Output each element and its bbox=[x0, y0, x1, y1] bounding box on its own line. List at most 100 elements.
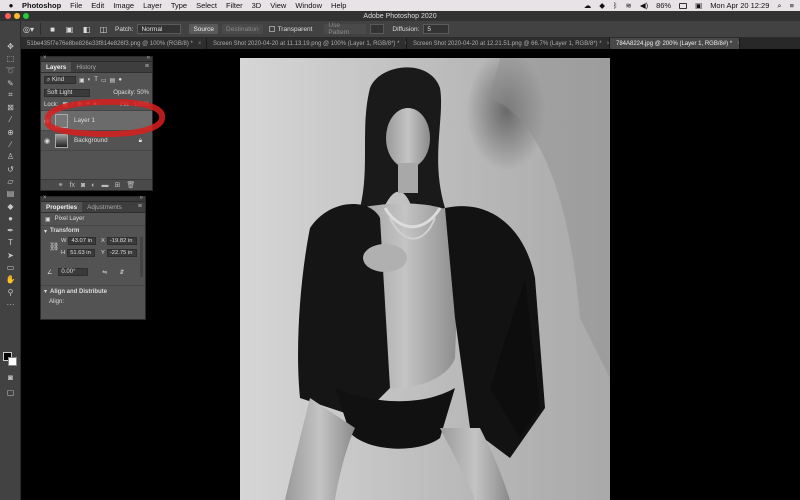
transform-header[interactable]: ▾ Transform bbox=[41, 226, 145, 236]
history-brush-tool-icon[interactable]: ↺ bbox=[0, 163, 21, 175]
filter-shape-icon[interactable]: ▭ bbox=[101, 77, 107, 84]
close-panel-icon[interactable]: × bbox=[43, 195, 47, 201]
minimize-window-button[interactable] bbox=[14, 13, 20, 19]
quick-mask-icon[interactable]: ◙ bbox=[0, 371, 21, 383]
creative-cloud-icon[interactable]: ☁ bbox=[584, 1, 592, 10]
width-input[interactable]: 43.07 in bbox=[68, 237, 97, 245]
marquee-tool-icon[interactable]: ⬚ bbox=[0, 52, 21, 64]
add-selection-icon[interactable]: ▣ bbox=[64, 24, 75, 35]
y-input[interactable]: -22.75 in bbox=[106, 249, 137, 257]
angle-input[interactable]: 0.00° bbox=[58, 268, 89, 276]
flip-horizontal-icon[interactable]: ⇋ bbox=[102, 269, 107, 276]
close-tab-icon[interactable]: × bbox=[198, 41, 202, 47]
menu-window[interactable]: Window bbox=[295, 1, 322, 10]
close-panel-icon[interactable]: × bbox=[43, 55, 47, 61]
move-tool-icon[interactable]: ✥ bbox=[0, 40, 21, 52]
document-tab[interactable]: Screen Shot 2020-04-20 at 12.21.51.png @… bbox=[407, 38, 610, 49]
filter-type-icon[interactable]: T bbox=[94, 77, 98, 83]
more-tools-icon[interactable]: ··· bbox=[0, 298, 21, 310]
flag-icon[interactable]: ▣ bbox=[695, 1, 702, 10]
transparent-checkbox[interactable] bbox=[268, 26, 275, 32]
filter-pixel-icon[interactable]: ▣ bbox=[79, 77, 85, 84]
tab-layers[interactable]: Layers bbox=[41, 62, 72, 72]
rectangle-tool-icon[interactable]: ▭ bbox=[0, 261, 21, 273]
new-group-icon[interactable]: ▬ bbox=[102, 182, 109, 189]
layer-name[interactable]: Background bbox=[74, 137, 108, 144]
delete-layer-icon[interactable]: 🗑︎ bbox=[126, 181, 135, 189]
clone-stamp-tool-icon[interactable]: ♙ bbox=[0, 151, 21, 163]
menu-type[interactable]: Type bbox=[171, 1, 187, 10]
panel-menu-icon[interactable]: ≡ bbox=[145, 63, 149, 70]
collapse-panel-icon[interactable]: » bbox=[140, 195, 143, 201]
patch-mode-select[interactable]: Normal bbox=[137, 24, 182, 34]
filter-kind-select[interactable]: ⌕ Kind bbox=[44, 76, 76, 84]
clock[interactable]: Mon Apr 20 12:29 bbox=[710, 1, 769, 10]
document-tab[interactable]: Screen Shot 2020-04-20 at 11.13.19.png @… bbox=[207, 38, 407, 49]
subtract-selection-icon[interactable]: ◧ bbox=[81, 24, 92, 35]
type-tool-icon[interactable]: T bbox=[0, 237, 21, 249]
collapse-panel-icon[interactable]: » bbox=[147, 55, 150, 61]
menu-file[interactable]: File bbox=[70, 1, 82, 10]
background-color-swatch[interactable] bbox=[8, 357, 17, 366]
new-selection-icon[interactable]: ■ bbox=[47, 24, 58, 35]
diffusion-select[interactable]: 5 bbox=[423, 24, 450, 34]
source-button[interactable]: Source bbox=[189, 24, 219, 34]
eraser-tool-icon[interactable]: ▱ bbox=[0, 175, 21, 187]
pattern-picker[interactable] bbox=[370, 24, 385, 34]
healing-brush-tool-icon[interactable]: ⊕ bbox=[0, 126, 21, 138]
frame-tool-icon[interactable]: ⊠ bbox=[0, 101, 21, 113]
menu-view[interactable]: View bbox=[270, 1, 286, 10]
tab-adjustments[interactable]: Adjustments bbox=[82, 202, 127, 212]
bluetooth-icon[interactable]: ᛒ bbox=[613, 1, 618, 10]
x-input[interactable]: -19.82 in bbox=[106, 237, 137, 245]
menu-help[interactable]: Help bbox=[331, 1, 346, 10]
menu-image[interactable]: Image bbox=[113, 1, 134, 10]
document-tab-active[interactable]: 784A8224.jpg @ 200% (Layer 1, RGB/8#) * … bbox=[610, 38, 740, 49]
control-center-icon[interactable]: ≡ bbox=[790, 1, 794, 10]
quick-select-tool-icon[interactable]: ✎ bbox=[0, 77, 21, 89]
adjustment-layer-icon[interactable]: ◐ bbox=[91, 182, 95, 189]
menu-layer[interactable]: Layer bbox=[143, 1, 162, 10]
lasso-tool-icon[interactable]: ➰ bbox=[0, 65, 21, 77]
scrollbar[interactable] bbox=[140, 237, 143, 277]
filter-smart-object-icon[interactable]: ▤ bbox=[110, 77, 116, 84]
menu-3d[interactable]: 3D bbox=[252, 1, 262, 10]
dodge-tool-icon[interactable]: ● bbox=[0, 212, 21, 224]
crop-tool-icon[interactable]: ⌗ bbox=[0, 89, 21, 101]
apple-menu-icon[interactable]: ● bbox=[6, 1, 16, 10]
dropbox-icon[interactable]: ◆ bbox=[599, 1, 605, 10]
layer-style-icon[interactable]: fx bbox=[70, 182, 75, 189]
path-selection-tool-icon[interactable]: ➤ bbox=[0, 249, 21, 261]
zoom-tool-icon[interactable]: ⚲ bbox=[0, 286, 21, 298]
search-icon[interactable]: ⌕ bbox=[777, 1, 781, 11]
link-dimensions-icon[interactable]: ⛓ bbox=[49, 242, 59, 251]
menu-filter[interactable]: Filter bbox=[226, 1, 243, 10]
add-mask-icon[interactable]: ◙ bbox=[81, 182, 85, 189]
align-header[interactable]: ▾ Align and Distribute bbox=[41, 286, 145, 297]
gradient-tool-icon[interactable]: ▤ bbox=[0, 188, 21, 200]
document-image[interactable] bbox=[240, 58, 610, 500]
filter-toggle-icon[interactable]: ● bbox=[118, 77, 122, 83]
close-window-button[interactable] bbox=[5, 13, 11, 19]
new-layer-icon[interactable]: ⊞ bbox=[115, 181, 121, 189]
opacity-value[interactable]: 50% bbox=[137, 90, 149, 96]
close-tab-icon[interactable]: × bbox=[737, 41, 739, 47]
blur-tool-icon[interactable]: ◆ bbox=[0, 200, 21, 212]
tab-properties[interactable]: Properties bbox=[41, 202, 83, 212]
pen-tool-icon[interactable]: ✒ bbox=[0, 224, 21, 236]
brush-tool-icon[interactable]: ∕ bbox=[0, 138, 21, 150]
volume-icon[interactable]: ◀) bbox=[640, 1, 648, 10]
use-pattern-button[interactable]: Use Pattern bbox=[324, 22, 367, 36]
panel-menu-icon[interactable]: ≡ bbox=[138, 203, 142, 210]
height-input[interactable]: 51.63 in bbox=[67, 249, 96, 257]
flip-vertical-icon[interactable]: ⇵ bbox=[119, 269, 124, 276]
destination-button[interactable]: Destination bbox=[222, 24, 263, 34]
tab-history[interactable]: History bbox=[71, 62, 101, 72]
intersect-selection-icon[interactable]: ◫ bbox=[98, 24, 109, 35]
hand-tool-icon[interactable]: ✋ bbox=[0, 274, 21, 286]
menu-edit[interactable]: Edit bbox=[91, 1, 104, 10]
filter-adjustment-icon[interactable]: ◐ bbox=[88, 77, 92, 83]
zoom-window-button[interactable] bbox=[23, 13, 29, 19]
wifi-icon[interactable]: ≋ bbox=[626, 1, 632, 10]
menu-select[interactable]: Select bbox=[196, 1, 217, 10]
